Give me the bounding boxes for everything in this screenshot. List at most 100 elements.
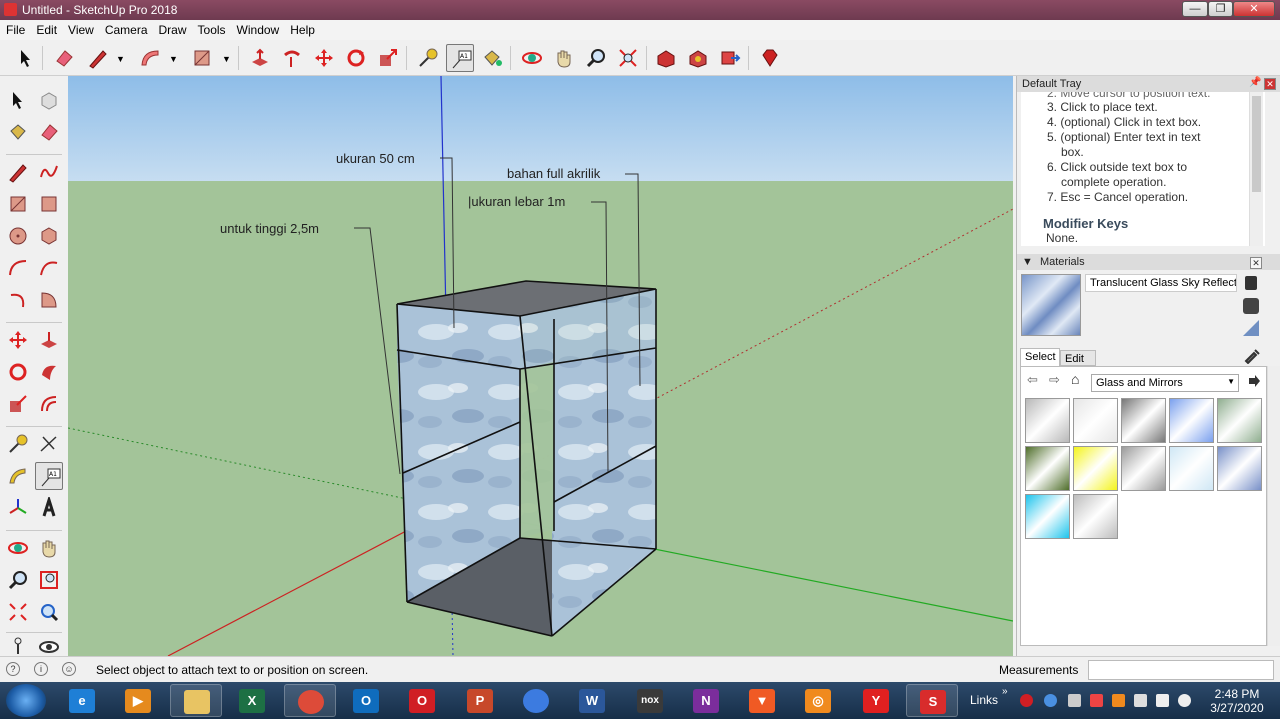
swatch-3[interactable] <box>1169 398 1214 443</box>
materials-close-button[interactable]: ✕ <box>1250 257 1262 269</box>
left-dimension-tool-button[interactable] <box>35 430 63 458</box>
minimize-button[interactable]: — <box>1182 1 1208 17</box>
left-arc-tool-button[interactable] <box>4 254 32 282</box>
links-toolbar[interactable]: Links <box>970 693 998 707</box>
taskbar-sketchup-button[interactable]: S <box>906 684 958 717</box>
extension-warehouse-button[interactable] <box>684 44 712 72</box>
left-3point-arc-tool-button[interactable] <box>4 286 32 314</box>
shape-dropdown-chevron-icon[interactable]: ▼ <box>222 54 231 64</box>
orbit-tool-button[interactable] <box>518 44 546 72</box>
left-rotated-rectangle-tool-button[interactable] <box>35 190 63 218</box>
line-tool-button[interactable] <box>84 44 112 72</box>
tray-pin-icon[interactable]: 📌 <box>1249 77 1261 88</box>
back-arrow-icon[interactable]: ⇦ <box>1027 372 1038 388</box>
eyedropper-icon[interactable] <box>1243 346 1261 365</box>
menu-tools[interactable]: Tools <box>192 20 231 37</box>
tray-opera-icon[interactable] <box>1020 694 1033 707</box>
menu-draw[interactable]: Draw <box>153 20 192 37</box>
left-rectangle-tool-button[interactable] <box>4 190 32 218</box>
label-tinggi[interactable]: untuk tinggi 2,5m <box>220 221 319 236</box>
close-button[interactable]: ✕ <box>1233 1 1275 17</box>
tray-display-icon[interactable] <box>1156 694 1169 707</box>
material-library-select[interactable]: Glass and Mirrors ▼ <box>1091 374 1239 392</box>
3d-warehouse-button[interactable] <box>652 44 680 72</box>
arc-dropdown-chevron-icon[interactable]: ▼ <box>169 54 178 64</box>
shape-tool-button[interactable] <box>188 44 216 72</box>
tray-app-icon[interactable] <box>1068 694 1081 707</box>
left-freehand-tool-button[interactable] <box>35 158 63 186</box>
pan-tool-button[interactable] <box>550 44 578 72</box>
start-button[interactable] <box>6 684 46 717</box>
push-pull-tool-button[interactable] <box>246 44 274 72</box>
taskbar-onenote-button[interactable]: N <box>680 684 732 717</box>
materials-header[interactable]: ▼ Materials <box>1017 254 1280 270</box>
left-axes-tool-button[interactable] <box>4 494 32 522</box>
geo-location-icon[interactable]: ? <box>6 662 20 676</box>
eraser-tool-button[interactable] <box>50 44 78 72</box>
taskbar-brave-button[interactable]: ▼ <box>736 684 788 717</box>
left-offset-tool-button[interactable] <box>35 390 63 418</box>
scene-canvas[interactable] <box>68 76 1013 656</box>
scale-tool-button[interactable] <box>374 44 402 72</box>
follow-me-tool-button[interactable] <box>278 44 306 72</box>
left-eraser-tool-button[interactable] <box>35 118 63 146</box>
tray-close-button[interactable]: ✕ <box>1264 78 1276 90</box>
swatch-4[interactable] <box>1217 398 1262 443</box>
swatch-7[interactable] <box>1121 446 1166 491</box>
credits-icon[interactable]: i <box>34 662 48 676</box>
left-follow-me-tool-button[interactable] <box>35 358 63 386</box>
taskbar-chrome-button[interactable] <box>284 684 336 717</box>
instructor-scrollbar[interactable] <box>1249 92 1263 246</box>
select-tool-button[interactable] <box>12 44 40 72</box>
tray-scrollbar[interactable] <box>1267 366 1280 646</box>
left-move-tool-button[interactable] <box>4 326 32 354</box>
left-text-tool-button[interactable]: A1 <box>35 462 63 490</box>
create-material-icon[interactable] <box>1245 276 1257 290</box>
tray-flag-icon[interactable] <box>1134 694 1147 707</box>
tab-edit[interactable]: Edit <box>1060 350 1096 366</box>
swatch-10[interactable] <box>1025 494 1070 539</box>
tray-tool-icon[interactable] <box>1112 694 1125 707</box>
left-component-tool-button[interactable] <box>35 86 63 114</box>
display-secondary-icon[interactable] <box>1243 298 1259 314</box>
taskbar-avast-button[interactable]: ◎ <box>792 684 844 717</box>
taskbar-clock[interactable]: 2:48 PM 3/27/2020 <box>1198 687 1276 715</box>
taskbar-internet-explorer-button[interactable]: e <box>56 684 108 717</box>
left-orbit-tool-button[interactable] <box>4 534 32 562</box>
instructor-scroll-thumb[interactable] <box>1252 96 1261 192</box>
left-rotate-tool-button[interactable] <box>4 358 32 386</box>
paint-bucket-tool-button[interactable] <box>478 44 506 72</box>
tray-network-icon[interactable] <box>1044 694 1057 707</box>
swatch-6[interactable] <box>1073 446 1118 491</box>
taskbar-word-button[interactable]: W <box>566 684 618 717</box>
left-select-tool-button[interactable] <box>4 86 32 114</box>
material-name-field[interactable]: Translucent Glass Sky Reflection <box>1085 274 1237 292</box>
label-bahan[interactable]: bahan full akrilik <box>507 166 600 181</box>
details-arrow-icon[interactable] <box>1247 374 1261 388</box>
send-to-layout-button[interactable] <box>716 44 744 72</box>
swatch-9[interactable] <box>1217 446 1262 491</box>
left-zoom-tool-button[interactable] <box>4 566 32 594</box>
left-line-tool-button[interactable] <box>4 158 32 186</box>
left-pan-tool-button[interactable] <box>35 534 63 562</box>
left-protractor-tool-button[interactable] <box>4 462 32 490</box>
tape-measure-tool-button[interactable] <box>414 44 442 72</box>
swatch-2[interactable] <box>1121 398 1166 443</box>
zoom-tool-button[interactable] <box>582 44 610 72</box>
sample-paint-icon[interactable] <box>1243 320 1259 336</box>
forward-arrow-icon[interactable]: ⇨ <box>1049 372 1060 388</box>
left-zoom-window-tool-button[interactable] <box>35 566 63 594</box>
left-zoom-extents-tool-button[interactable] <box>4 598 32 626</box>
swatch-1[interactable] <box>1073 398 1118 443</box>
arc-tool-button[interactable] <box>136 44 164 72</box>
extension-manager-button[interactable] <box>756 44 784 72</box>
zoom-extents-tool-button[interactable] <box>614 44 642 72</box>
left-3d-text-tool-button[interactable] <box>35 494 63 522</box>
text-tool-button[interactable]: A1 <box>446 44 474 72</box>
left-2point-arc-tool-button[interactable] <box>35 254 63 282</box>
taskbar-nox-button[interactable]: nox <box>624 684 676 717</box>
tab-select[interactable]: Select <box>1020 348 1060 366</box>
tray-security-icon[interactable] <box>1090 694 1103 707</box>
taskbar-excel-button[interactable]: X <box>226 684 278 717</box>
menu-help[interactable]: Help <box>284 20 320 37</box>
